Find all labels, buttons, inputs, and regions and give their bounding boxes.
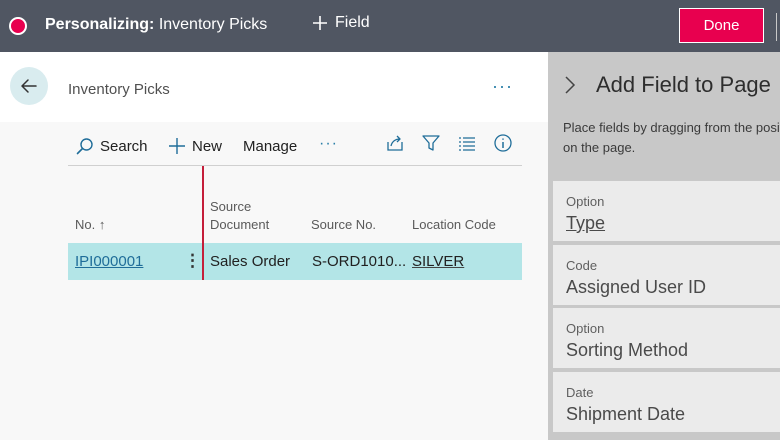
search-button[interactable]: Search bbox=[76, 134, 148, 158]
recording-indicator-icon bbox=[9, 17, 27, 35]
field-item-shipment-date[interactable]: Date Shipment Date bbox=[553, 372, 780, 432]
row-actions-kebab-icon[interactable]: ⋮ bbox=[184, 251, 201, 271]
table-row[interactable]: IPI000001 ⋮ Sales Order S-ORD1010... SIL… bbox=[68, 243, 522, 280]
field-name: Shipment Date bbox=[566, 404, 686, 424]
list-view-button[interactable] bbox=[457, 133, 477, 153]
field-caption: Code bbox=[566, 258, 598, 273]
cell-source-no: S-ORD1010... bbox=[312, 253, 407, 270]
list-divider bbox=[68, 165, 522, 166]
field-name: Type bbox=[566, 213, 606, 233]
info-icon bbox=[494, 134, 512, 152]
list-content-area bbox=[0, 122, 548, 440]
add-field-label: Field bbox=[335, 14, 370, 31]
share-icon bbox=[387, 135, 403, 151]
field-item-assigned-user-id[interactable]: Code Assigned User ID bbox=[553, 245, 780, 305]
source-document-header-line2: Document bbox=[210, 217, 270, 232]
add-field-button[interactable]: Field bbox=[311, 14, 370, 32]
manage-label: Manage bbox=[243, 137, 298, 155]
column-header-location-code[interactable]: Location Code bbox=[412, 216, 496, 234]
filter-icon bbox=[422, 135, 440, 151]
personalizing-page-name: Inventory Picks bbox=[158, 16, 268, 33]
pane-title: Add Field to Page bbox=[596, 72, 771, 97]
plus-icon bbox=[313, 16, 327, 30]
chevron-right-icon[interactable] bbox=[562, 74, 578, 96]
new-button[interactable]: New bbox=[168, 134, 222, 158]
cell-location-code[interactable]: SILVER bbox=[412, 253, 464, 270]
field-caption: Date bbox=[566, 385, 594, 400]
back-button[interactable] bbox=[10, 67, 48, 105]
done-button[interactable]: Done bbox=[679, 8, 764, 43]
pane-description: Place fields by dragging from the positi… bbox=[563, 120, 780, 155]
cell-source-document: Sales Order bbox=[210, 253, 291, 270]
search-icon bbox=[76, 138, 93, 155]
header-more-button[interactable]: ··· bbox=[492, 76, 513, 97]
actions-more-button[interactable]: ··· bbox=[319, 132, 338, 156]
field-item-type[interactable]: Option Type bbox=[553, 181, 780, 241]
search-label: Search bbox=[100, 137, 148, 155]
personalization-bar: Personalizing: Inventory Picks Field Don… bbox=[0, 0, 780, 52]
field-insert-marker bbox=[202, 166, 204, 280]
field-caption: Option bbox=[566, 321, 605, 336]
page-header: Inventory Picks ··· bbox=[0, 52, 548, 122]
filter-button[interactable] bbox=[421, 133, 441, 153]
plus-icon bbox=[169, 138, 185, 154]
mode-label: Personalizing: bbox=[45, 16, 155, 33]
column-header-source-document[interactable]: Source Document bbox=[210, 198, 269, 234]
source-document-header-line1: Source bbox=[210, 199, 252, 214]
field-caption: Option bbox=[566, 194, 605, 209]
column-header-source-no[interactable]: Source No. bbox=[311, 216, 376, 234]
arrow-left-icon bbox=[21, 79, 37, 93]
info-button[interactable] bbox=[493, 133, 513, 153]
page-title: Inventory Picks bbox=[68, 81, 170, 98]
topbar-divider bbox=[776, 13, 777, 41]
field-name: Sorting Method bbox=[566, 340, 689, 360]
new-label: New bbox=[192, 137, 223, 155]
field-item-sorting-method[interactable]: Option Sorting Method bbox=[553, 308, 780, 368]
share-button[interactable] bbox=[385, 133, 405, 153]
manage-button[interactable]: Manage bbox=[243, 134, 297, 158]
column-header-no[interactable]: No. ↑ bbox=[75, 216, 105, 234]
list-icon bbox=[459, 137, 475, 151]
add-field-pane: Add Field to Page Place fields by draggi… bbox=[548, 52, 780, 440]
field-name: Assigned User ID bbox=[566, 277, 707, 297]
cell-no[interactable]: IPI000001 bbox=[75, 253, 143, 270]
personalizing-title: Personalizing: Inventory Picks bbox=[45, 16, 267, 34]
